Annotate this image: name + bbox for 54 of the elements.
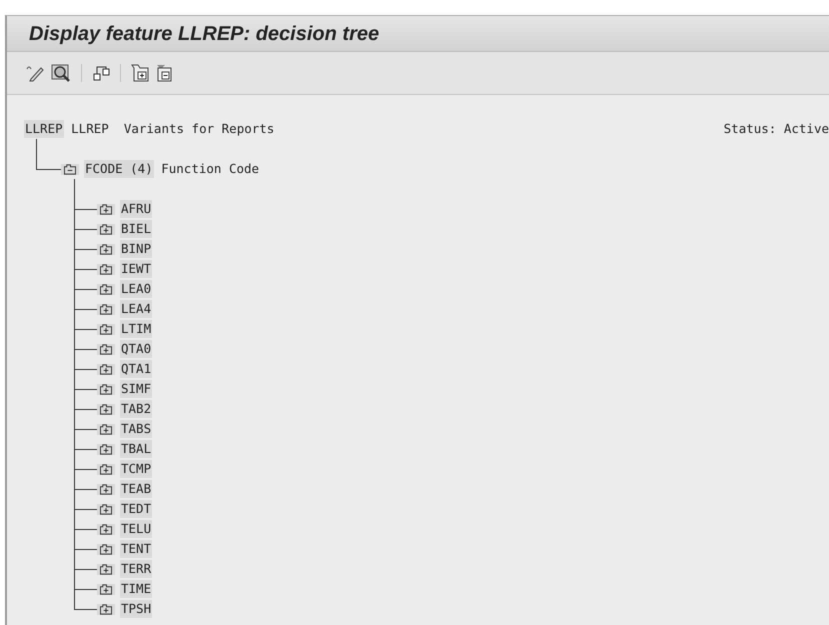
node-key[interactable]: TAB2 [120,400,152,418]
node-key[interactable]: TABS [120,420,152,438]
node-key[interactable]: SIMF [120,380,152,398]
expand-icon[interactable] [97,364,115,374]
expand-icon[interactable] [97,604,115,614]
status-text: Status: Active [724,120,829,138]
node-key[interactable]: LEA4 [120,300,152,318]
expand-icon[interactable] [97,504,115,514]
node-key[interactable]: TCMP [120,460,152,478]
expand-icon[interactable] [97,444,115,454]
expand-icon[interactable] [97,384,115,394]
expand-icon[interactable] [97,284,115,294]
node-key[interactable]: TEAB [120,480,152,498]
node-key[interactable]: IEWT [120,260,152,278]
expand-icon[interactable] [97,344,115,354]
node-key[interactable]: LLREP [24,120,64,138]
node-key[interactable]: TELU [120,520,152,538]
pencil-icon[interactable] [25,64,45,82]
node-description: Function Code [161,160,260,178]
collapse-icon[interactable] [61,164,79,174]
expand-icon[interactable] [97,224,115,234]
node-key[interactable]: TIME [120,580,152,598]
node-key[interactable]: FCODE (4) [84,160,154,178]
node-key[interactable]: AFRU [120,200,152,218]
expand-icon[interactable] [97,584,115,594]
node-key[interactable]: LEA0 [120,280,152,298]
node-key[interactable]: TEDT [120,500,152,518]
expand-icon[interactable] [97,524,115,534]
expand-icon[interactable] [97,564,115,574]
node-key[interactable]: LTIM [120,320,152,338]
node-key[interactable]: BINP [120,240,152,258]
expand-icon[interactable] [97,204,115,214]
window-title: Display feature LLREP: decision tree [29,22,380,46]
node-key[interactable]: QTA0 [120,340,152,358]
expand-icon[interactable] [97,484,115,494]
node-key[interactable]: QTA1 [120,360,152,378]
collapse-all-icon[interactable] [155,64,173,82]
node-key[interactable]: TENT [120,540,152,558]
expand-icon[interactable] [97,424,115,434]
expand-icon[interactable] [97,264,115,274]
node-key[interactable]: BIEL [120,220,152,238]
search-icon[interactable] [51,64,71,82]
expand-icon[interactable] [97,244,115,254]
hierarchy-icon[interactable] [92,64,110,82]
expand-icon[interactable] [97,324,115,334]
node-description: LLREP Variants for Reports [71,120,274,138]
expand-icon[interactable] [97,464,115,474]
expand-icon[interactable] [97,304,115,314]
expand-all-icon[interactable] [131,64,149,82]
node-key[interactable]: TPSH [120,600,152,618]
node-key[interactable]: TERR [120,560,152,578]
node-key[interactable]: TBAL [120,440,152,458]
expand-icon[interactable] [97,404,115,414]
expand-icon[interactable] [97,544,115,554]
